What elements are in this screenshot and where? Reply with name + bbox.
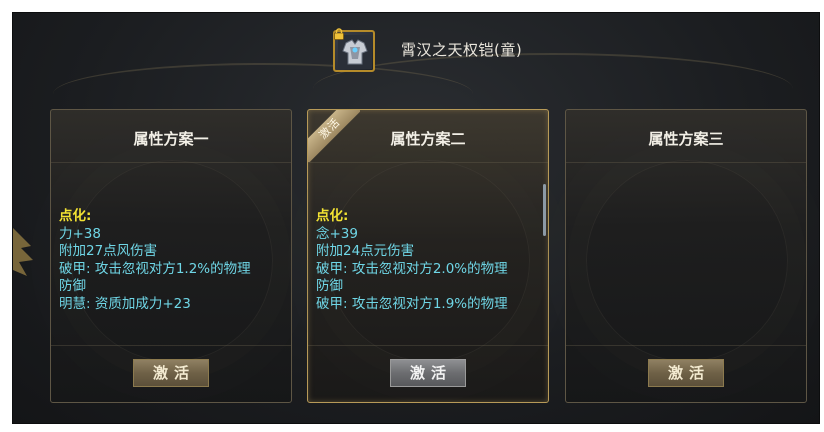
scheme-card-2[interactable]: 激活 属性方案二 点化: 念+39 附加24点元伤害 破甲: 攻击忽视对方2.0… xyxy=(307,109,549,403)
card-footer: 激活 xyxy=(51,345,291,402)
card-header: 属性方案一 xyxy=(51,110,291,163)
card-footer: 激活 xyxy=(566,345,806,402)
attribute-line: 附加27点风伤害 xyxy=(59,243,158,259)
attribute-line: 明慧: 资质加成力+23 xyxy=(59,295,191,312)
attribute-line: 防御 xyxy=(59,278,86,294)
scheme-card-1[interactable]: 属性方案一 点化: 力+38 附加27点风伤害 破甲: 攻击忽视对方1.2%的物… xyxy=(50,109,292,403)
attribute-line: 附加24点元伤害 xyxy=(316,243,415,259)
activate-button[interactable]: 激活 xyxy=(648,359,724,387)
card-footer: 激活 xyxy=(308,345,548,402)
attribute-heading: 点化: xyxy=(316,208,349,224)
attribute-line: 念+39 xyxy=(316,225,358,242)
card-title: 属性方案三 xyxy=(648,130,724,148)
attribute-heading: 点化: xyxy=(59,208,92,224)
card-header: 属性方案二 xyxy=(308,110,548,163)
activate-button[interactable]: 激活 xyxy=(133,359,209,387)
attribute-line: 防御 xyxy=(316,278,343,294)
attribute-list: 点化: 念+39 附加24点元伤害 破甲: 攻击忽视对方2.0%的物理 防御 破… xyxy=(316,208,548,313)
attribute-line: 破甲: 攻击忽视对方1.2%的物理 xyxy=(59,260,251,277)
item-icon[interactable] xyxy=(333,28,375,72)
attribute-line: 破甲: 攻击忽视对方2.0%的物理 xyxy=(316,260,508,277)
equipment-attribute-panel: 霄汉之天权铠(童) 属性方案一 点化: 力+38 附加27点风伤害 破甲: 攻击… xyxy=(12,12,820,424)
armor-icon xyxy=(338,35,372,69)
scheme-card-3[interactable]: 属性方案三 激活 xyxy=(565,109,807,403)
attribute-list: 点化: 力+38 附加27点风伤害 破甲: 攻击忽视对方1.2%的物理 防御 明… xyxy=(59,208,291,313)
item-name: 霄汉之天权铠(童) xyxy=(401,41,523,59)
card-title: 属性方案一 xyxy=(133,130,209,148)
card-title: 属性方案二 xyxy=(390,130,466,148)
wing-ornament-icon xyxy=(13,228,33,276)
card-header: 属性方案三 xyxy=(566,110,806,163)
lock-icon xyxy=(334,28,344,40)
attribute-line: 力+38 xyxy=(59,225,101,242)
attribute-line: 破甲: 攻击忽视对方1.9%的物理 xyxy=(316,295,508,312)
card-background-pattern xyxy=(586,160,788,362)
activate-button[interactable]: 激活 xyxy=(390,359,466,387)
